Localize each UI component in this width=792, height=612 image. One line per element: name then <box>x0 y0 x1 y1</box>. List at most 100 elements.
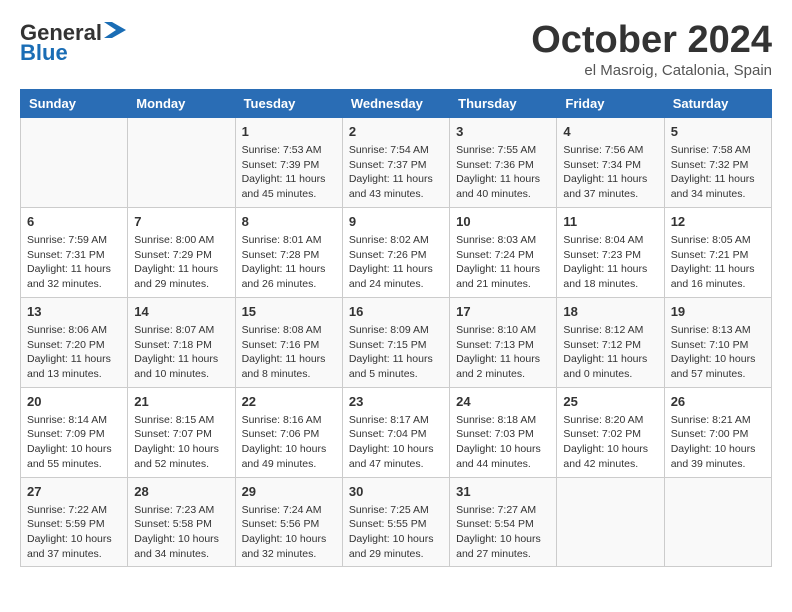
day-number: 9 <box>349 213 443 231</box>
day-number: 13 <box>27 303 121 321</box>
calendar-row-4: 27Sunrise: 7:22 AM Sunset: 5:59 PM Dayli… <box>21 477 772 567</box>
day-number: 3 <box>456 123 550 141</box>
calendar-cell: 26Sunrise: 8:21 AM Sunset: 7:00 PM Dayli… <box>664 387 771 477</box>
day-info: Sunrise: 7:53 AM Sunset: 7:39 PM Dayligh… <box>242 143 336 202</box>
calendar-cell: 30 Sunrise: 7:25 AM Sunset: 5:55 PM Dayli… <box>342 477 449 567</box>
calendar-cell: 8Sunrise: 8:01 AM Sunset: 7:28 PM Daylig… <box>235 207 342 297</box>
day-info: Sunrise: 8:02 AM Sunset: 7:26 PM Dayligh… <box>349 233 443 292</box>
day-number: 28 <box>134 483 228 501</box>
day-info: Sunrise: 8:04 AM Sunset: 7:23 PM Dayligh… <box>563 233 657 292</box>
day-info: Sunrise: 7:27 AM Sunset: 5:54 PM Dayligh… <box>456 503 550 562</box>
calendar-cell: 15 Sunrise: 8:08 AM Sunset: 7:16 PM Dayli… <box>235 297 342 387</box>
day-number: 11 <box>563 213 657 231</box>
day-info: Sunrise: 8:09 AM Sunset: 7:15 PM Dayligh… <box>349 323 443 382</box>
day-info: Sunrise: 7:23 AM Sunset: 5:58 PM Dayligh… <box>134 503 228 562</box>
calendar-cell: 17 Sunrise: 8:10 AM Sunset: 7:13 PM Dayli… <box>450 297 557 387</box>
calendar-cell: 19 Sunrise: 8:13 AM Sunset: 7:10 PM Dayli… <box>664 297 771 387</box>
logo-blue: Blue <box>20 40 68 66</box>
calendar-cell <box>557 477 664 567</box>
day-info: Sunrise: 7:56 AM Sunset: 7:34 PM Dayligh… <box>563 143 657 202</box>
day-number: 27 <box>27 483 121 501</box>
calendar-cell: 20 Sunrise: 8:14 AM Sunset: 7:09 PM Dayli… <box>21 387 128 477</box>
calendar-cell: 9 Sunrise: 8:02 AM Sunset: 7:26 PM Daylig… <box>342 207 449 297</box>
day-number: 31 <box>456 483 550 501</box>
day-info: Sunrise: 8:12 AM Sunset: 7:12 PM Dayligh… <box>563 323 657 382</box>
calendar-cell: 21 Sunrise: 8:15 AM Sunset: 7:07 PM Dayli… <box>128 387 235 477</box>
day-info: Sunrise: 8:13 AM Sunset: 7:10 PM Dayligh… <box>671 323 765 382</box>
day-info: Sunrise: 8:08 AM Sunset: 7:16 PM Dayligh… <box>242 323 336 382</box>
day-info: Sunrise: 7:55 AM Sunset: 7:36 PM Dayligh… <box>456 143 550 202</box>
day-info: Sunrise: 8:15 AM Sunset: 7:07 PM Dayligh… <box>134 413 228 472</box>
weekday-header-monday: Monday <box>128 89 235 117</box>
day-number: 4 <box>563 123 657 141</box>
calendar-cell: 24 Sunrise: 8:18 AM Sunset: 7:03 PM Dayli… <box>450 387 557 477</box>
calendar-cell: 12Sunrise: 8:05 AM Sunset: 7:21 PM Dayli… <box>664 207 771 297</box>
day-number: 23 <box>349 393 443 411</box>
weekday-header-thursday: Thursday <box>450 89 557 117</box>
weekday-header-row: SundayMondayTuesdayWednesdayThursdayFrid… <box>21 89 772 117</box>
weekday-header-wednesday: Wednesday <box>342 89 449 117</box>
day-number: 19 <box>671 303 765 321</box>
calendar-cell: 3 Sunrise: 7:55 AM Sunset: 7:36 PM Daylig… <box>450 117 557 207</box>
day-number: 20 <box>27 393 121 411</box>
day-number: 21 <box>134 393 228 411</box>
calendar-cell: 11 Sunrise: 8:04 AM Sunset: 7:23 PM Dayli… <box>557 207 664 297</box>
calendar-cell: 22Sunrise: 8:16 AM Sunset: 7:06 PM Dayli… <box>235 387 342 477</box>
day-info: Sunrise: 8:14 AM Sunset: 7:09 PM Dayligh… <box>27 413 121 472</box>
day-info: Sunrise: 8:18 AM Sunset: 7:03 PM Dayligh… <box>456 413 550 472</box>
calendar-row-2: 13Sunrise: 8:06 AM Sunset: 7:20 PM Dayli… <box>21 297 772 387</box>
weekday-header-tuesday: Tuesday <box>235 89 342 117</box>
calendar-cell <box>128 117 235 207</box>
day-info: Sunrise: 7:25 AM Sunset: 5:55 PM Dayligh… <box>349 503 443 562</box>
title-block: October 2024 el Masroig, Catalonia, Spai… <box>531 20 772 79</box>
day-number: 16 <box>349 303 443 321</box>
calendar-cell: 29 Sunrise: 7:24 AM Sunset: 5:56 PM Dayli… <box>235 477 342 567</box>
day-number: 17 <box>456 303 550 321</box>
day-number: 25 <box>563 393 657 411</box>
day-number: 18 <box>563 303 657 321</box>
calendar-body: 1 Sunrise: 7:53 AM Sunset: 7:39 PM Daylig… <box>21 117 772 567</box>
calendar-cell: 2Sunrise: 7:54 AM Sunset: 7:37 PM Daylig… <box>342 117 449 207</box>
day-number: 1 <box>242 123 336 141</box>
calendar-table: SundayMondayTuesdayWednesdayThursdayFrid… <box>20 89 772 568</box>
calendar-cell: 28 Sunrise: 7:23 AM Sunset: 5:58 PM Dayli… <box>128 477 235 567</box>
day-info: Sunrise: 7:54 AM Sunset: 7:37 PM Dayligh… <box>349 143 443 202</box>
calendar-cell: 25 Sunrise: 8:20 AM Sunset: 7:02 PM Dayli… <box>557 387 664 477</box>
location-title: el Masroig, Catalonia, Spain <box>531 62 772 79</box>
calendar-cell <box>21 117 128 207</box>
day-number: 24 <box>456 393 550 411</box>
day-info: Sunrise: 7:24 AM Sunset: 5:56 PM Dayligh… <box>242 503 336 562</box>
calendar-cell: 27Sunrise: 7:22 AM Sunset: 5:59 PM Dayli… <box>21 477 128 567</box>
day-info: Sunrise: 8:17 AM Sunset: 7:04 PM Dayligh… <box>349 413 443 472</box>
day-info: Sunrise: 8:03 AM Sunset: 7:24 PM Dayligh… <box>456 233 550 292</box>
day-info: Sunrise: 8:10 AM Sunset: 7:13 PM Dayligh… <box>456 323 550 382</box>
day-info: Sunrise: 8:00 AM Sunset: 7:29 PM Dayligh… <box>134 233 228 292</box>
calendar-cell: 23 Sunrise: 8:17 AM Sunset: 7:04 PM Dayli… <box>342 387 449 477</box>
calendar-row-0: 1 Sunrise: 7:53 AM Sunset: 7:39 PM Daylig… <box>21 117 772 207</box>
day-number: 29 <box>242 483 336 501</box>
day-info: Sunrise: 8:20 AM Sunset: 7:02 PM Dayligh… <box>563 413 657 472</box>
calendar-cell: 5Sunrise: 7:58 AM Sunset: 7:32 PM Daylig… <box>664 117 771 207</box>
calendar-cell: 6 Sunrise: 7:59 AM Sunset: 7:31 PM Daylig… <box>21 207 128 297</box>
day-number: 15 <box>242 303 336 321</box>
day-number: 10 <box>456 213 550 231</box>
day-number: 14 <box>134 303 228 321</box>
weekday-header-friday: Friday <box>557 89 664 117</box>
calendar-row-1: 6 Sunrise: 7:59 AM Sunset: 7:31 PM Daylig… <box>21 207 772 297</box>
day-number: 26 <box>671 393 765 411</box>
weekday-header-sunday: Sunday <box>21 89 128 117</box>
day-info: Sunrise: 8:16 AM Sunset: 7:06 PM Dayligh… <box>242 413 336 472</box>
day-number: 8 <box>242 213 336 231</box>
calendar-cell: 13Sunrise: 8:06 AM Sunset: 7:20 PM Dayli… <box>21 297 128 387</box>
day-info: Sunrise: 8:07 AM Sunset: 7:18 PM Dayligh… <box>134 323 228 382</box>
day-info: Sunrise: 7:59 AM Sunset: 7:31 PM Dayligh… <box>27 233 121 292</box>
calendar-cell: 18 Sunrise: 8:12 AM Sunset: 7:12 PM Dayli… <box>557 297 664 387</box>
calendar-cell: 7 Sunrise: 8:00 AM Sunset: 7:29 PM Daylig… <box>128 207 235 297</box>
calendar-cell: 31 Sunrise: 7:27 AM Sunset: 5:54 PM Dayli… <box>450 477 557 567</box>
calendar-cell: 4 Sunrise: 7:56 AM Sunset: 7:34 PM Daylig… <box>557 117 664 207</box>
weekday-header-saturday: Saturday <box>664 89 771 117</box>
day-number: 30 <box>349 483 443 501</box>
day-number: 6 <box>27 213 121 231</box>
day-number: 7 <box>134 213 228 231</box>
calendar-cell: 16 Sunrise: 8:09 AM Sunset: 7:15 PM Dayli… <box>342 297 449 387</box>
